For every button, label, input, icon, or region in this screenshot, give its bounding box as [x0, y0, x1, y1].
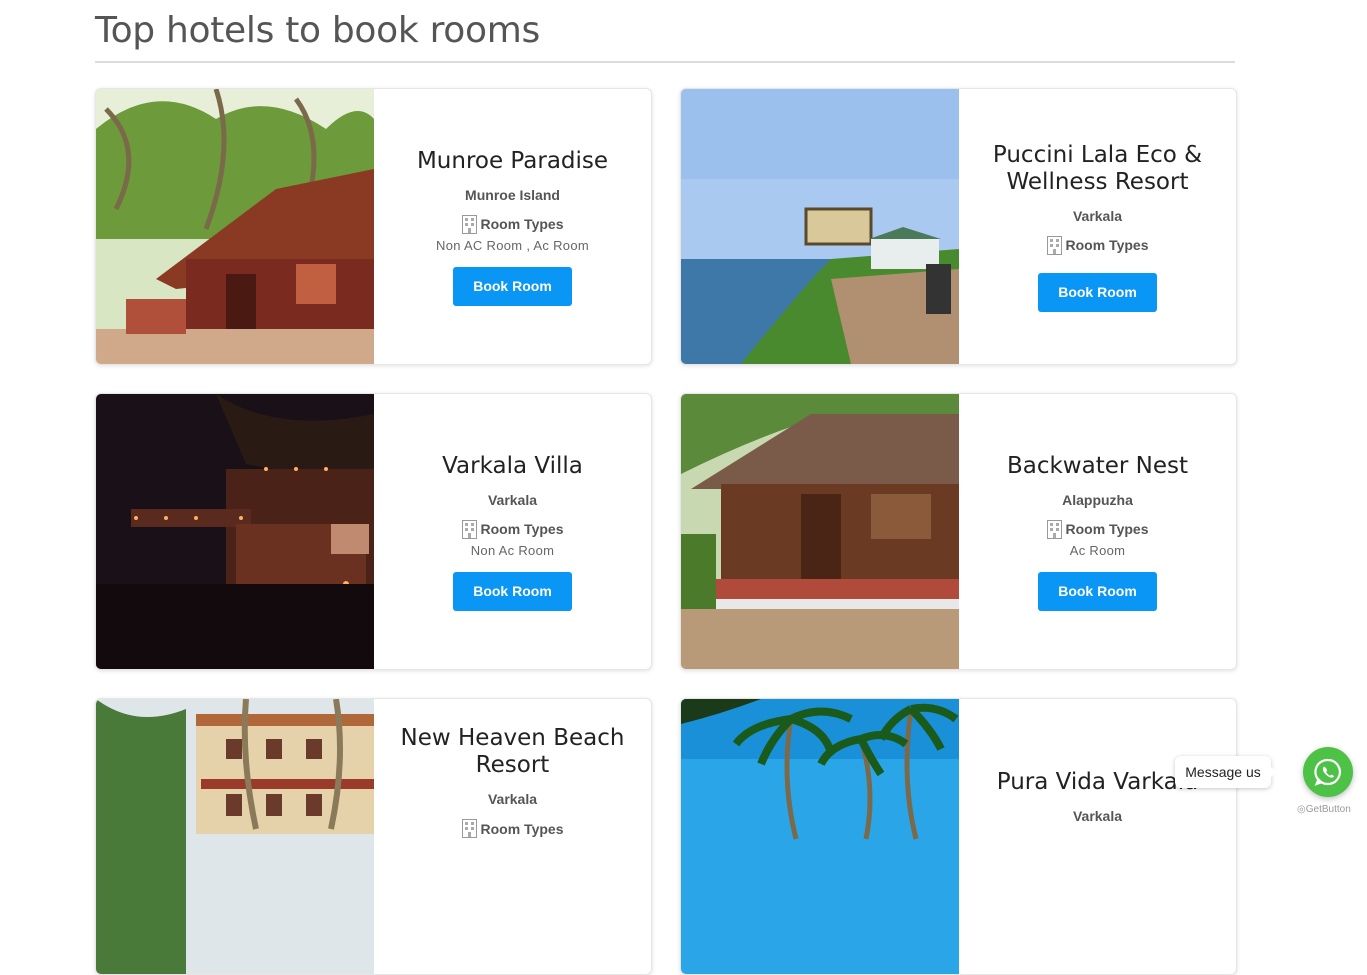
title-divider — [95, 61, 1235, 63]
room-types-label: Room Types — [1065, 521, 1149, 537]
hotel-card: Munroe Paradise Munroe Island Room Types… — [95, 88, 652, 365]
room-types-label: Room Types — [480, 521, 564, 537]
hotel-name: Backwater Nest — [1006, 452, 1189, 479]
room-types-label: Room Types — [1065, 237, 1149, 253]
whatsapp-icon — [1314, 758, 1341, 786]
room-list: Non Ac Room — [470, 542, 555, 558]
book-room-button[interactable]: Book Room — [1038, 272, 1157, 312]
hotel-location: Varkala — [1072, 808, 1123, 824]
hotel-card: Varkala Villa Varkala Room Types Non Ac … — [95, 393, 652, 670]
hotel-name: Varkala Villa — [442, 452, 583, 479]
getbutton-icon: ◎ — [1297, 804, 1306, 815]
room-types-heading: Room Types — [461, 519, 564, 539]
hotel-card: New Heaven Beach Resort Varkala Room Typ… — [95, 698, 652, 975]
hotel-card: Puccini Lala Eco & Wellness Resort Varka… — [680, 88, 1237, 365]
building-icon — [461, 214, 477, 234]
hotel-image[interactable] — [96, 394, 374, 669]
book-room-button[interactable]: Book Room — [453, 571, 572, 611]
room-types-label: Room Types — [480, 820, 564, 837]
book-room-button[interactable]: Book Room — [1038, 571, 1157, 611]
building-icon — [461, 519, 477, 539]
hotel-image[interactable] — [681, 394, 959, 669]
book-room-button[interactable]: Book Room — [453, 266, 572, 306]
hotel-name: Munroe Paradise — [416, 147, 609, 174]
hotel-image[interactable] — [681, 699, 959, 974]
hotel-location: Varkala — [487, 491, 538, 508]
hotel-location: Varkala — [487, 791, 538, 807]
hotel-location: Alappuzha — [1062, 491, 1133, 508]
hotel-name: New Heaven Beach Resort — [400, 725, 625, 778]
hotel-location: Munroe Island — [465, 186, 560, 203]
room-types-heading: Room Types — [461, 214, 564, 234]
hotel-image[interactable] — [681, 89, 959, 364]
whatsapp-message-bubble[interactable]: Message us — [1175, 756, 1277, 788]
room-types-heading: Room Types — [1046, 519, 1149, 539]
hotel-card: Pura Vida Varkala Varkala — [680, 698, 1237, 975]
room-list: Ac Room — [1069, 542, 1126, 558]
getbutton-label: GetButton — [1305, 804, 1351, 815]
room-types-label: Room Types — [480, 216, 564, 232]
building-icon — [1046, 519, 1062, 539]
room-list: Non AC Room , Ac Room — [436, 237, 589, 253]
hotel-name: Puccini Lala Eco & Wellness Resort — [992, 141, 1203, 195]
building-icon — [1046, 235, 1062, 255]
room-types-heading: Room Types — [1046, 235, 1149, 255]
hotel-image[interactable] — [96, 699, 374, 974]
building-icon — [461, 819, 477, 838]
hotel-name: Pura Vida Varkala — [996, 769, 1199, 795]
whatsapp-button[interactable] — [1303, 747, 1353, 797]
hotel-card: Backwater Nest Alappuzha Room Types Ac R… — [680, 393, 1237, 670]
room-types-heading: Room Types — [461, 819, 564, 838]
hotel-image[interactable] — [96, 89, 374, 364]
page-title: Top hotels to book rooms — [95, 10, 540, 51]
getbutton-credit[interactable]: ◎GetButton — [1297, 804, 1351, 815]
hotel-location: Varkala — [1072, 207, 1123, 224]
